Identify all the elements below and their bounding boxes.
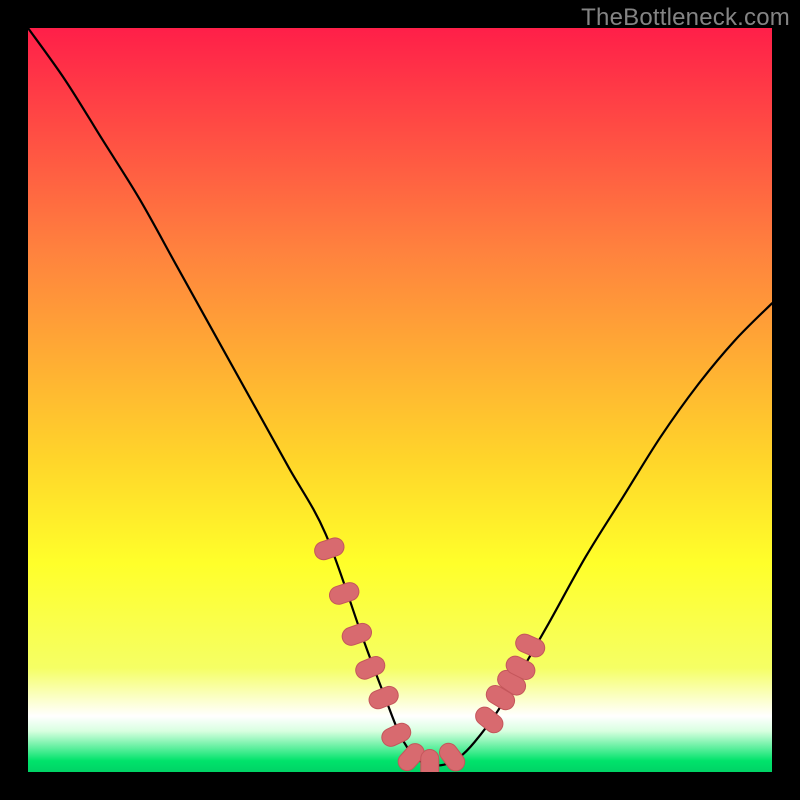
chart-svg	[28, 28, 772, 772]
marker	[421, 750, 439, 772]
watermark-text: TheBottleneck.com	[581, 4, 790, 32]
chart-frame: TheBottleneck.com	[0, 0, 800, 800]
plot-area	[28, 28, 772, 772]
